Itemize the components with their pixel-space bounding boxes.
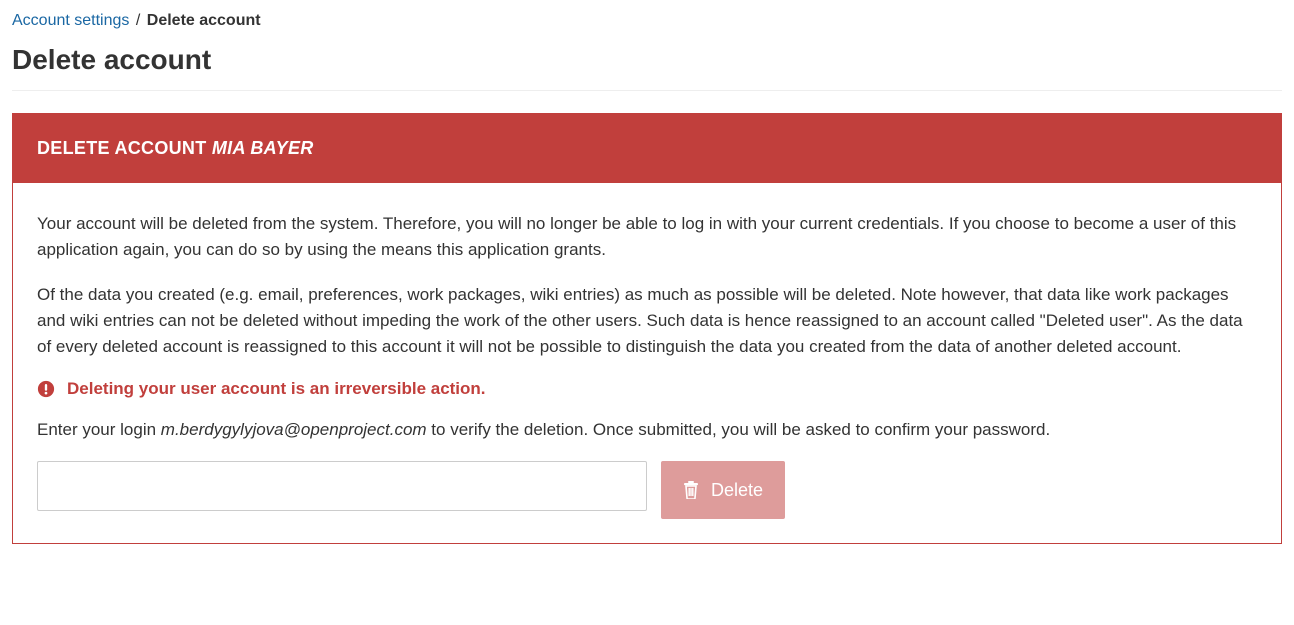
header-prefix: DELETE ACCOUNT — [37, 138, 212, 158]
delete-button[interactable]: Delete — [661, 461, 785, 519]
delete-account-box: DELETE ACCOUNT MIA BAYER Your account wi… — [12, 113, 1282, 544]
trash-icon — [683, 481, 699, 499]
warning-line: Deleting your user account is an irrever… — [37, 379, 1257, 399]
verify-login-value: m.berdygylyjova@openproject.com — [161, 420, 427, 439]
form-row: Delete — [37, 461, 1257, 519]
page-title: Delete account — [12, 44, 1282, 76]
warning-text: Deleting your user account is an irrever… — [67, 379, 486, 399]
login-verification-input[interactable] — [37, 461, 647, 511]
info-paragraph-2: Of the data you created (e.g. email, pre… — [37, 282, 1257, 361]
breadcrumb-parent-link[interactable]: Account settings — [12, 12, 129, 29]
breadcrumb-separator: / — [136, 12, 140, 29]
header-username: MIA BAYER — [212, 138, 314, 158]
exclamation-circle-icon — [37, 380, 55, 398]
breadcrumb-current: Delete account — [147, 12, 261, 29]
info-paragraph-1: Your account will be deleted from the sy… — [37, 211, 1257, 264]
divider — [12, 90, 1282, 91]
delete-button-label: Delete — [711, 480, 763, 501]
verify-suffix: to verify the deletion. Once submitted, … — [427, 420, 1051, 439]
verify-instruction: Enter your login m.berdygylyjova@openpro… — [37, 417, 1257, 443]
delete-account-body: Your account will be deleted from the sy… — [13, 183, 1281, 543]
breadcrumb: Account settings / Delete account — [12, 12, 1282, 30]
delete-account-header: DELETE ACCOUNT MIA BAYER — [13, 114, 1281, 183]
verify-prefix: Enter your login — [37, 420, 161, 439]
